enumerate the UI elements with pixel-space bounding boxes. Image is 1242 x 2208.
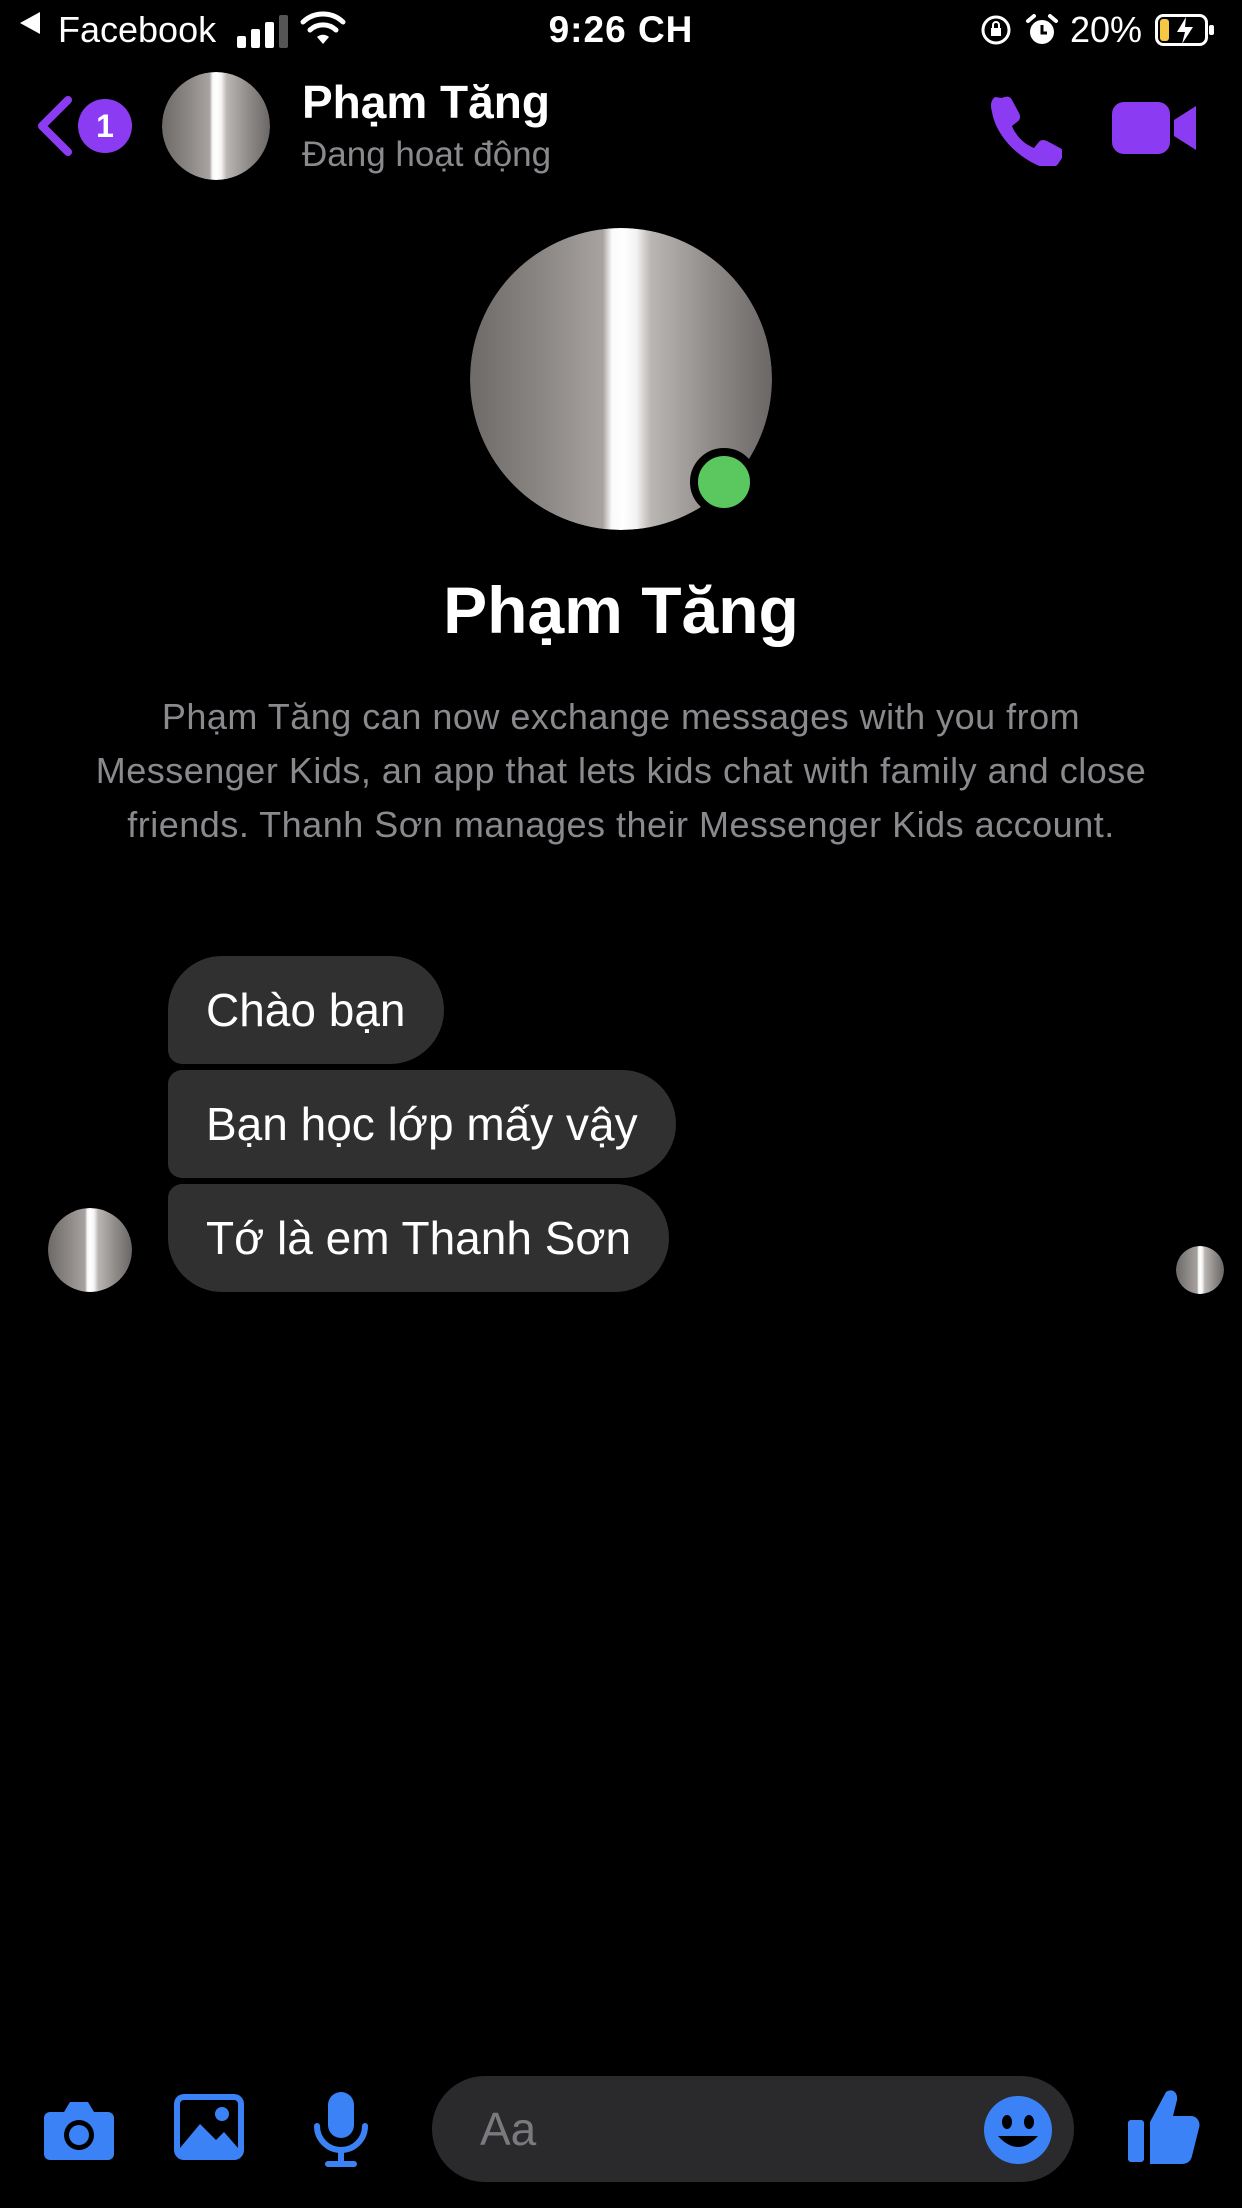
message-bubble[interactable]: Bạn học lớp mấy vậy [168, 1070, 676, 1178]
camera-icon[interactable] [42, 2098, 116, 2162]
sender-avatar[interactable] [48, 1208, 132, 1292]
seen-receipt-avatar [1176, 1246, 1224, 1294]
contact-avatar[interactable] [162, 72, 270, 180]
message-bubble[interactable]: Chào bạn [168, 956, 444, 1064]
status-bar: Facebook 9:26 CH 20% [0, 0, 1242, 62]
video-camera-icon[interactable] [1112, 98, 1198, 158]
online-status-dot [690, 448, 758, 516]
contact-name[interactable]: Phạm Tăng [302, 74, 550, 130]
profile-name: Phạm Tăng [443, 573, 799, 647]
emoji-icon[interactable] [984, 2096, 1052, 2164]
microphone-icon[interactable] [312, 2092, 370, 2168]
contact-active-status: Đang hoạt động [302, 135, 552, 174]
message-input[interactable]: Aa [432, 2076, 1074, 2182]
rotation-lock-icon [981, 15, 1011, 45]
battery-charging-icon [1155, 14, 1214, 46]
image-icon[interactable] [174, 2094, 244, 2160]
message-bubble[interactable]: Tớ là em Thanh Sơn [168, 1184, 670, 1292]
messenger-kids-info: Phạm Tăng can now exchange messages with… [95, 696, 1147, 845]
alarm-icon [1026, 14, 1058, 44]
battery-percent: 20% [1070, 9, 1143, 50]
phone-icon[interactable] [988, 92, 1062, 166]
thumbs-up-icon[interactable] [1128, 2088, 1200, 2164]
message-input-placeholder: Aa [480, 2103, 537, 2155]
back-chevron-icon[interactable] [36, 96, 74, 156]
unread-count-badge[interactable]: 1 [78, 99, 132, 153]
